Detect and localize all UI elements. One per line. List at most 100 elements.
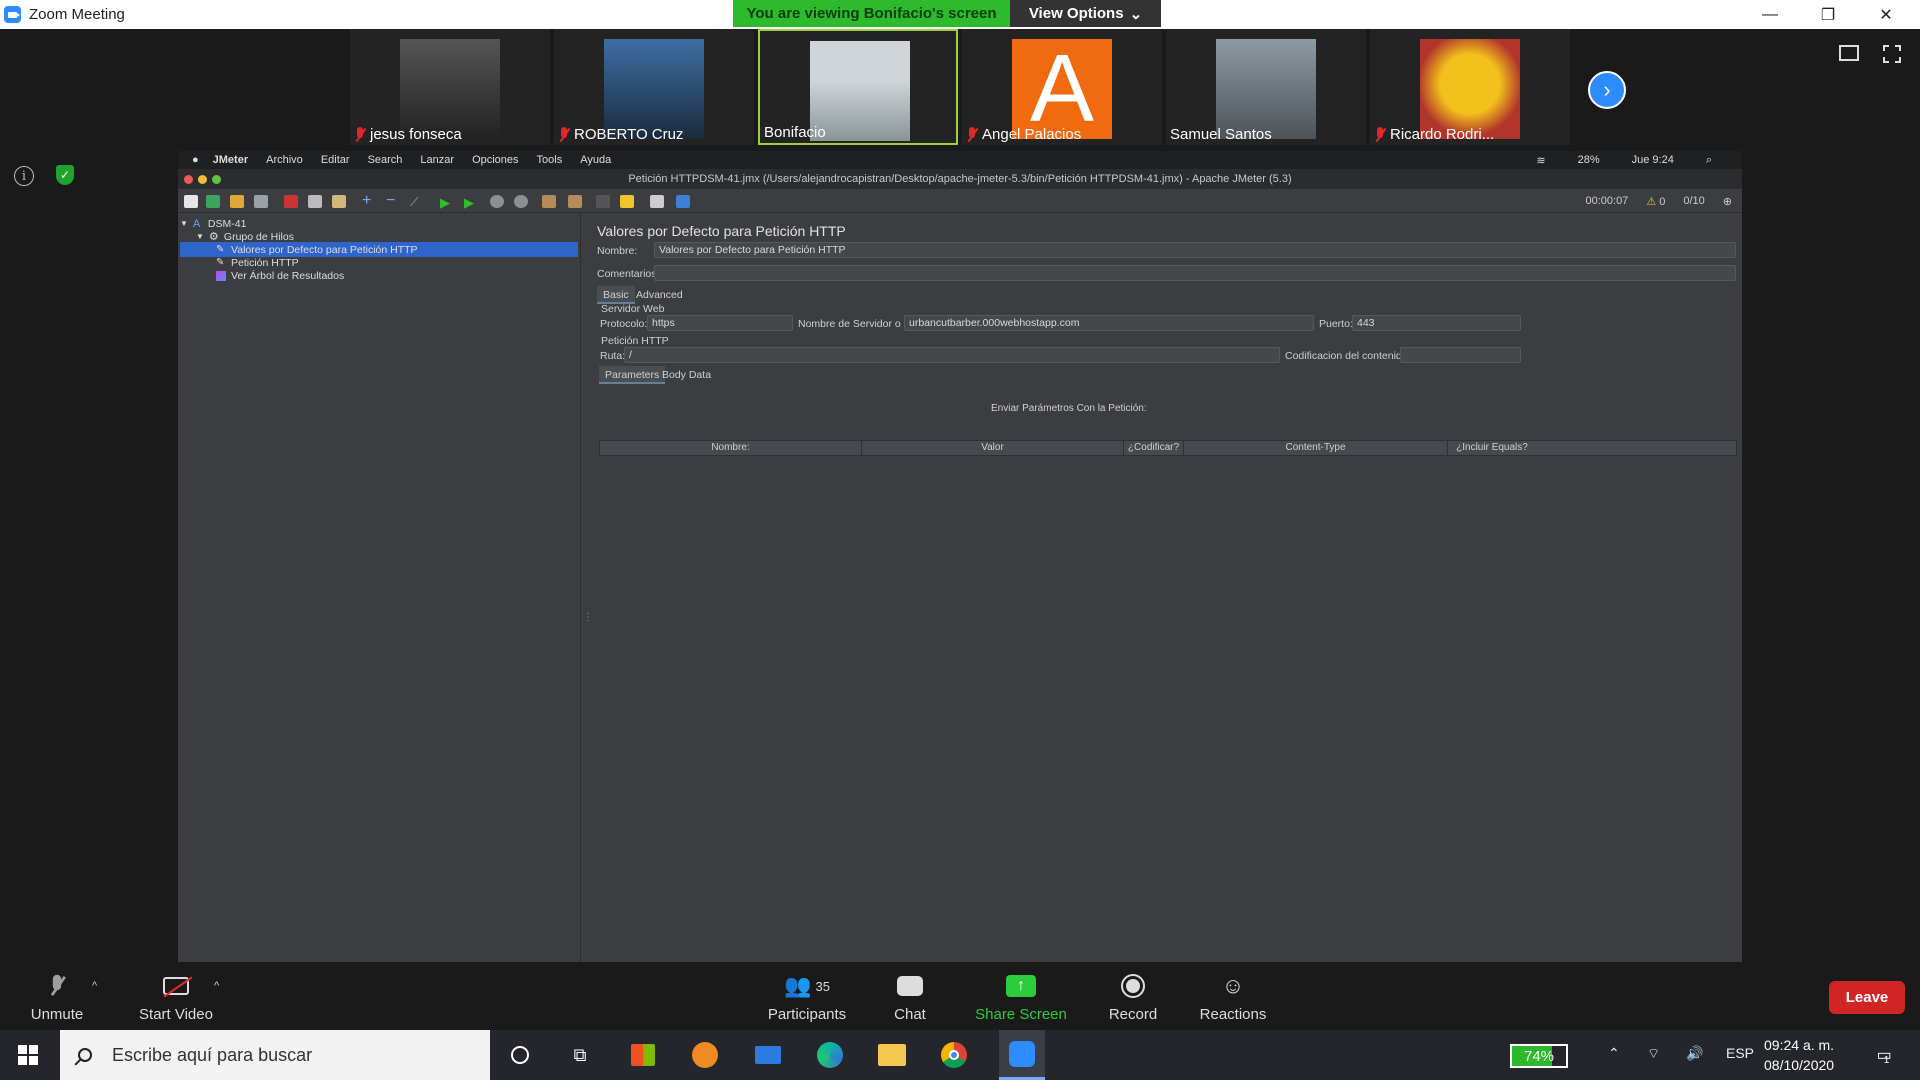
participants-button[interactable]: 👥 35 Participants	[760, 970, 854, 1023]
menu-archivo[interactable]: Archivo	[266, 154, 303, 166]
participant-tile[interactable]: Ricardo Rodri...	[1370, 29, 1570, 145]
edge-icon[interactable]	[815, 1040, 845, 1070]
save-icon[interactable]	[254, 195, 268, 208]
cortana-icon[interactable]	[505, 1040, 535, 1070]
menu-lanzar[interactable]: Lanzar	[420, 154, 454, 166]
menu-search[interactable]: Search	[368, 154, 403, 166]
puerto-input[interactable]: 443	[1352, 315, 1521, 331]
expand-arrow-icon[interactable]: ▼	[180, 219, 188, 228]
column-incluir-equals[interactable]: ¿Incluir Equals?	[1448, 441, 1536, 455]
taskbar-date: 08/10/2020	[1764, 1057, 1835, 1073]
menu-ayuda[interactable]: Ayuda	[580, 154, 611, 166]
spotlight-search-icon[interactable]: ⌕	[1706, 154, 1712, 167]
warning-icon[interactable]: ⚠ 0	[1646, 195, 1665, 208]
participant-tile-active-speaker[interactable]: Bonifacio	[758, 29, 958, 145]
file-explorer-icon[interactable]	[877, 1040, 907, 1070]
expand-icon[interactable]: +	[362, 193, 376, 209]
audio-options-caret-icon[interactable]: ^	[92, 980, 97, 992]
volume-icon[interactable]: 🔊	[1686, 1045, 1703, 1062]
gallery-layout-icon[interactable]	[1839, 45, 1859, 61]
column-codificar[interactable]: ¿Codificar?	[1124, 441, 1184, 455]
minimize-window-button[interactable]	[198, 175, 207, 184]
menu-editar[interactable]: Editar	[321, 154, 350, 166]
menu-opciones[interactable]: Opciones	[472, 154, 518, 166]
paste-icon[interactable]	[332, 195, 346, 208]
nombre-input[interactable]: Valores por Defecto para Petición HTTP	[654, 242, 1736, 258]
function-helper-icon[interactable]	[650, 195, 664, 208]
video-options-caret-icon[interactable]: ^	[214, 980, 219, 992]
show-hidden-icons-icon[interactable]: ⌃	[1608, 1045, 1620, 1062]
start-video-button[interactable]: Start Video	[133, 970, 219, 1023]
taskbar-search-box[interactable]: Escribe aquí para buscar	[60, 1030, 490, 1080]
close-button[interactable]: ✕	[1857, 0, 1915, 29]
templates-icon[interactable]	[206, 195, 220, 208]
next-page-arrow-icon[interactable]: ›	[1588, 71, 1626, 109]
view-options-button[interactable]: View Options ⌄	[1010, 0, 1161, 27]
task-view-icon[interactable]: ⧉	[565, 1040, 595, 1070]
reset-search-icon[interactable]	[620, 195, 634, 208]
taskbar-clock[interactable]: 09:24 a. m. 08/10/2020	[1764, 1035, 1834, 1075]
cut-icon[interactable]	[284, 195, 298, 208]
clear-all-icon[interactable]	[568, 195, 582, 208]
zoom-taskbar-icon[interactable]	[999, 1030, 1045, 1080]
remote-status-icon[interactable]: ⊕	[1723, 195, 1732, 208]
fullscreen-icon[interactable]	[1883, 45, 1901, 63]
open-icon[interactable]	[230, 195, 244, 208]
collapse-icon[interactable]: −	[386, 193, 400, 209]
comentarios-input[interactable]	[654, 265, 1736, 281]
column-valor[interactable]: Valor	[862, 441, 1124, 455]
wifi-icon[interactable]: ≋	[1536, 154, 1545, 167]
participant-tile[interactable]: jesus fonseca	[350, 29, 550, 145]
stop-icon[interactable]	[490, 195, 504, 208]
meeting-info-icon[interactable]: i	[14, 166, 34, 186]
minimize-button[interactable]: —	[1741, 0, 1799, 29]
help-icon[interactable]	[676, 195, 690, 208]
chat-button[interactable]: Chat	[886, 970, 934, 1023]
expand-arrow-icon[interactable]: ▼	[196, 232, 204, 241]
language-indicator[interactable]: ESP	[1726, 1045, 1754, 1061]
start-icon[interactable]: ▶	[440, 195, 454, 210]
clear-icon[interactable]	[542, 195, 556, 208]
record-button[interactable]: Record	[1106, 970, 1160, 1023]
participant-tile[interactable]: ROBERTO Cruz	[554, 29, 754, 145]
servidor-input[interactable]: urbancutbarber.000webhostapp.com	[904, 315, 1314, 331]
mac-battery[interactable]: 28%	[1578, 154, 1600, 166]
store-icon[interactable]	[628, 1040, 658, 1070]
zoom-window-button[interactable]	[212, 175, 221, 184]
leave-button[interactable]: Leave	[1829, 981, 1905, 1014]
encryption-shield-icon[interactable]: ✓	[56, 165, 74, 185]
column-content-type[interactable]: Content-Type	[1184, 441, 1448, 455]
windows-start-icon[interactable]	[18, 1045, 38, 1065]
apple-icon[interactable]: ●	[192, 154, 199, 166]
network-icon[interactable]: ⌔	[1647, 1045, 1660, 1063]
share-screen-button[interactable]: ↑ Share Screen	[974, 970, 1068, 1023]
chrome-icon[interactable]	[939, 1040, 969, 1070]
participant-tile[interactable]: A Angel Palacios	[962, 29, 1162, 145]
menu-jmeter[interactable]: JMeter	[213, 154, 248, 166]
protocolo-input[interactable]: https	[647, 315, 793, 331]
shutdown-icon[interactable]	[514, 195, 528, 208]
tab-body-data[interactable]: Body Data	[656, 366, 717, 384]
battery-indicator[interactable]: 74%	[1510, 1044, 1568, 1068]
unmute-button[interactable]: Unmute	[28, 970, 86, 1023]
codificacion-input[interactable]	[1400, 347, 1521, 363]
ruta-input[interactable]: /	[624, 347, 1280, 363]
close-window-button[interactable]	[184, 175, 193, 184]
mac-clock[interactable]: Jue 9:24	[1632, 154, 1674, 166]
tree-node-results-tree[interactable]: Ver Árbol de Resultados	[216, 268, 344, 283]
mail-icon[interactable]	[753, 1040, 783, 1070]
participant-tile[interactable]: Samuel Santos	[1166, 29, 1366, 145]
search-icon[interactable]	[596, 195, 610, 208]
new-icon[interactable]	[184, 195, 198, 208]
toggle-icon[interactable]: ⟋	[410, 195, 424, 209]
app-orange-icon[interactable]	[690, 1040, 720, 1070]
menu-tools[interactable]: Tools	[537, 154, 563, 166]
warning-count: 0	[1659, 195, 1666, 208]
start-no-pauses-icon[interactable]: ▶	[464, 195, 478, 210]
reactions-button[interactable]: ☺ Reactions	[1197, 970, 1269, 1023]
notifications-icon[interactable]: ▭ 1	[1868, 1040, 1898, 1070]
copy-icon[interactable]	[308, 195, 322, 208]
column-nombre[interactable]: Nombre:	[600, 441, 862, 455]
restore-button[interactable]: ❐	[1799, 0, 1857, 29]
tab-advanced[interactable]: Advanced	[630, 286, 689, 304]
